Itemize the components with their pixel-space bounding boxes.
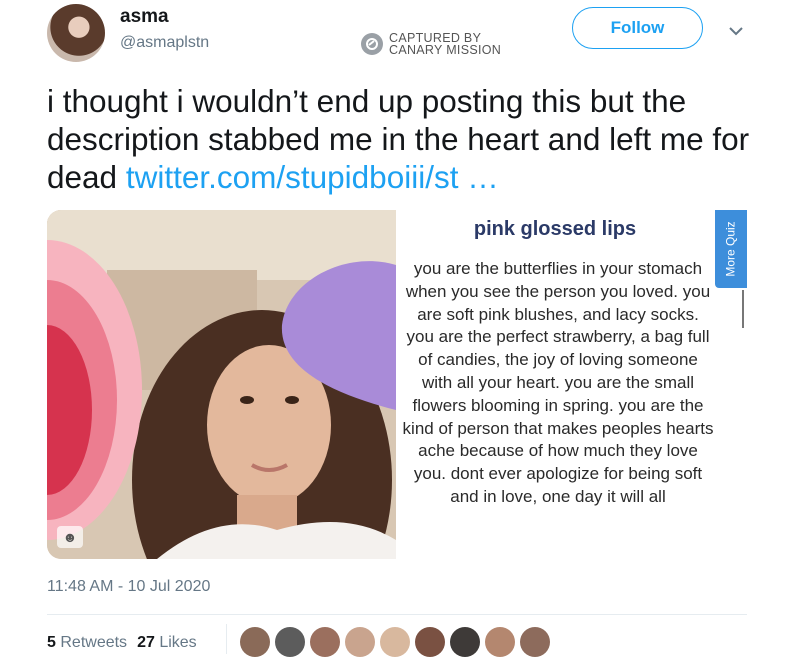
liker-avatar[interactable] <box>380 627 410 657</box>
tweet-link[interactable]: twitter.com/stupidboiii/st … <box>126 159 499 195</box>
more-quiz-label: More Quiz <box>724 221 739 277</box>
author-display-name[interactable]: asma <box>120 6 169 28</box>
stats-divider <box>226 624 227 654</box>
retweets-label: Retweets <box>60 634 128 651</box>
chevron-down-icon[interactable] <box>727 22 745 40</box>
likes-count: 27 <box>137 634 155 651</box>
captured-by-watermark: CAPTURED BY CANARY MISSION <box>361 32 501 56</box>
liker-avatar[interactable] <box>520 627 550 657</box>
likes-label: Likes <box>159 634 197 651</box>
quiz-title: pink glossed lips <box>473 218 637 240</box>
watermark-line-2: CANARY MISSION <box>389 43 502 57</box>
tweet-stats: 5 Retweets 27 Likes <box>47 634 197 652</box>
scrollbar[interactable] <box>742 290 744 328</box>
tweet-text: i thought i wouldn’t end up posting this… <box>47 82 767 196</box>
liker-avatar[interactable] <box>345 627 375 657</box>
liker-avatar[interactable] <box>275 627 305 657</box>
liker-avatar[interactable] <box>240 627 270 657</box>
tweet-photo[interactable]: ☻ <box>47 210 396 559</box>
tweet-timestamp[interactable]: 11:48 AM - 10 Jul 2020 <box>47 578 210 596</box>
liker-avatar[interactable] <box>310 627 340 657</box>
more-quiz-tab[interactable]: More Quiz <box>715 210 747 288</box>
canary-mission-logo-icon <box>361 33 383 55</box>
liker-avatars <box>240 627 550 657</box>
photo-illustration <box>47 210 396 559</box>
retweets-stat[interactable]: 5 Retweets <box>47 634 127 652</box>
liker-avatar[interactable] <box>415 627 445 657</box>
sticker-icon[interactable]: ☻ <box>57 526 83 548</box>
quiz-result-card[interactable]: pink glossed lips you are the butterflie… <box>396 210 747 559</box>
author-handle[interactable]: @asmaplstn <box>120 34 209 52</box>
author-avatar[interactable] <box>47 4 105 62</box>
liker-avatar[interactable] <box>485 627 515 657</box>
quiz-description: you are the butterflies in your stomach … <box>402 259 714 506</box>
retweets-count: 5 <box>47 634 56 651</box>
liker-avatar[interactable] <box>450 627 480 657</box>
likes-stat[interactable]: 27 Likes <box>137 634 197 652</box>
follow-button[interactable]: Follow <box>572 7 703 49</box>
divider <box>47 614 747 615</box>
